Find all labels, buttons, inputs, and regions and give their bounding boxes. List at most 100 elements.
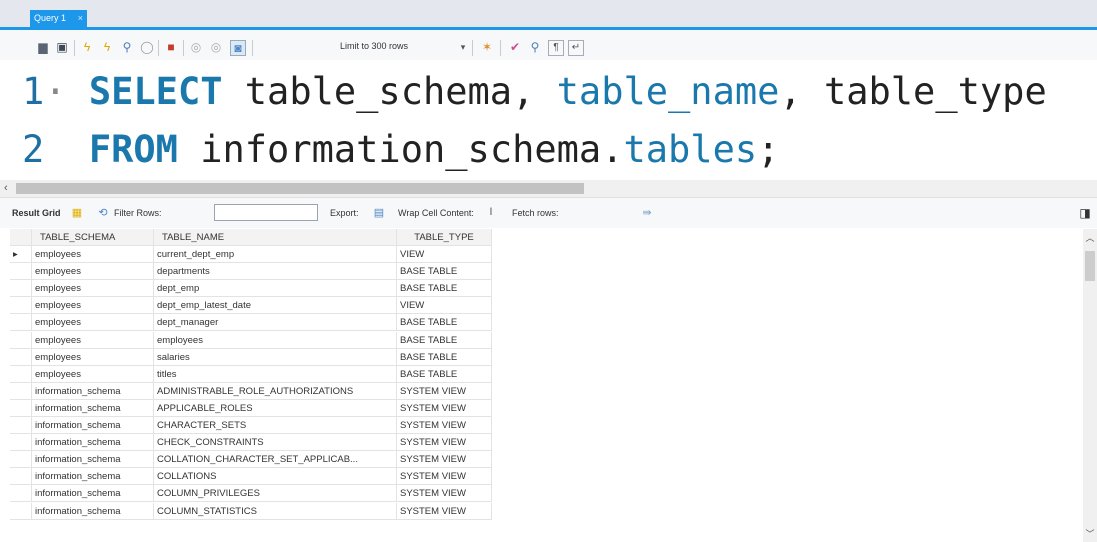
cell-table-type[interactable]: VIEW	[397, 246, 492, 264]
cell-table-name[interactable]: dept_manager	[154, 314, 397, 332]
row-header[interactable]	[10, 485, 32, 503]
cell-table-name[interactable]: current_dept_emp	[154, 246, 397, 264]
wrap-icon[interactable]: ↵	[568, 40, 584, 56]
cell-table-schema[interactable]: information_schema	[32, 382, 154, 400]
cell-table-schema[interactable]: information_schema	[32, 451, 154, 469]
grid-vertical-scrollbar[interactable]: ︿ ﹀	[1083, 229, 1097, 542]
chevron-down-icon[interactable]: ▾	[456, 40, 470, 54]
cell-table-type[interactable]: VIEW	[397, 297, 492, 315]
cell-table-name[interactable]: employees	[154, 331, 397, 349]
cell-table-type[interactable]: SYSTEM VIEW	[397, 382, 492, 400]
row-header[interactable]	[10, 348, 32, 366]
row-header[interactable]	[10, 331, 32, 349]
row-header[interactable]	[10, 502, 32, 520]
row-header[interactable]	[10, 314, 32, 332]
cell-table-type[interactable]: SYSTEM VIEW	[397, 451, 492, 469]
cell-table-name[interactable]: COLUMN_STATISTICS	[154, 502, 397, 520]
cell-table-schema[interactable]: information_schema	[32, 417, 154, 435]
editor-horizontal-scrollbar[interactable]: ‹	[0, 180, 1097, 197]
scroll-down-icon[interactable]: ﹀	[1083, 527, 1097, 540]
cell-table-schema[interactable]: employees	[32, 263, 154, 281]
column-header-table-type[interactable]: TABLE_TYPE	[397, 229, 492, 246]
cell-table-schema[interactable]: information_schema	[32, 399, 154, 417]
execute-current-icon[interactable]: ϟ	[100, 40, 114, 54]
cell-table-type[interactable]: SYSTEM VIEW	[397, 417, 492, 435]
cell-table-type[interactable]: SYSTEM VIEW	[397, 434, 492, 452]
row-header[interactable]	[10, 280, 32, 298]
toggle-panel-icon[interactable]: ◨	[1078, 207, 1092, 219]
tab-close-icon[interactable]: ×	[78, 10, 83, 27]
row-header[interactable]	[10, 399, 32, 417]
cell-table-schema[interactable]: information_schema	[32, 502, 154, 520]
cell-table-name[interactable]: CHARACTER_SETS	[154, 417, 397, 435]
cell-table-schema[interactable]: information_schema	[32, 434, 154, 452]
cell-table-type[interactable]: SYSTEM VIEW	[397, 485, 492, 503]
rollback-icon[interactable]: ◎	[209, 40, 223, 54]
stop-icon[interactable]: ◯	[140, 40, 154, 54]
cell-table-type[interactable]: BASE TABLE	[397, 348, 492, 366]
folder-icon[interactable]: ▆	[36, 40, 50, 54]
grid-view-icon[interactable]: ▦	[70, 207, 84, 219]
save-icon[interactable]: ▣	[55, 40, 69, 54]
cell-table-type[interactable]: BASE TABLE	[397, 365, 492, 383]
cell-table-schema[interactable]: employees	[32, 331, 154, 349]
cell-table-name[interactable]: ADMINISTRABLE_ROLE_AUTHORIZATIONS	[154, 382, 397, 400]
cell-table-type[interactable]: BASE TABLE	[397, 263, 492, 281]
beautify-icon[interactable]: ✶	[480, 40, 494, 54]
cell-table-type[interactable]: SYSTEM VIEW	[397, 468, 492, 486]
tab-query-1[interactable]: Query 1 ×	[30, 10, 87, 27]
cell-table-schema[interactable]: information_schema	[32, 485, 154, 503]
cell-table-name[interactable]: COLLATION_CHARACTER_SET_APPLICAB...	[154, 451, 397, 469]
invisible-chars-icon[interactable]: ¶	[548, 40, 564, 56]
cell-table-name[interactable]: COLUMN_PRIVILEGES	[154, 485, 397, 503]
row-header[interactable]	[10, 365, 32, 383]
cell-table-name[interactable]: COLLATIONS	[154, 468, 397, 486]
cell-table-name[interactable]: salaries	[154, 348, 397, 366]
cell-table-name[interactable]: dept_emp_latest_date	[154, 297, 397, 315]
cell-table-name[interactable]: dept_emp	[154, 280, 397, 298]
snippet-icon[interactable]: ✔	[508, 40, 522, 54]
cell-table-schema[interactable]: information_schema	[32, 468, 154, 486]
cell-table-schema[interactable]: employees	[32, 280, 154, 298]
cell-table-type[interactable]: SYSTEM VIEW	[397, 502, 492, 520]
cell-table-type[interactable]: BASE TABLE	[397, 280, 492, 298]
explain-icon[interactable]: ⚲	[120, 40, 134, 54]
scroll-left-icon[interactable]: ‹	[4, 180, 8, 197]
cell-table-schema[interactable]: employees	[32, 348, 154, 366]
row-header[interactable]	[10, 417, 32, 435]
cell-table-schema[interactable]: employees	[32, 314, 154, 332]
row-header[interactable]	[10, 382, 32, 400]
find-icon[interactable]: ⚲	[528, 40, 542, 54]
scroll-up-icon[interactable]: ︿	[1083, 231, 1097, 244]
cell-table-type[interactable]: BASE TABLE	[397, 331, 492, 349]
execute-icon[interactable]: ϟ	[80, 40, 94, 54]
cell-table-name[interactable]: CHECK_CONSTRAINTS	[154, 434, 397, 452]
cell-table-type[interactable]: SYSTEM VIEW	[397, 399, 492, 417]
cell-table-schema[interactable]: employees	[32, 246, 154, 264]
row-header[interactable]	[10, 434, 32, 452]
cell-table-name[interactable]: APPLICABLE_ROLES	[154, 399, 397, 417]
autocommit-icon[interactable]: ◙	[230, 40, 246, 56]
row-header[interactable]	[10, 297, 32, 315]
filter-rows-input[interactable]	[214, 204, 318, 221]
cell-table-type[interactable]: BASE TABLE	[397, 314, 492, 332]
cell-table-schema[interactable]: employees	[32, 297, 154, 315]
cell-table-schema[interactable]: employees	[32, 365, 154, 383]
row-header[interactable]	[10, 263, 32, 281]
toggle-error-icon[interactable]: ■	[164, 40, 178, 54]
column-header-table-schema[interactable]: TABLE_SCHEMA	[32, 229, 154, 246]
row-header[interactable]	[10, 451, 32, 469]
commit-icon[interactable]: ◎	[189, 40, 203, 54]
limit-rows-select[interactable]: Limit to 300 rows	[336, 38, 456, 55]
refresh-icon[interactable]: ⟲	[96, 207, 110, 219]
export-icon[interactable]: ▤	[372, 207, 386, 219]
fetch-next-icon[interactable]: ⇛	[640, 207, 654, 219]
scrollbar-thumb[interactable]	[16, 183, 584, 194]
row-header[interactable]	[10, 468, 32, 486]
wrap-cell-icon[interactable]: Ⅰ	[484, 207, 498, 219]
current-row-indicator[interactable]: ▸	[10, 246, 32, 264]
cell-table-name[interactable]: departments	[154, 263, 397, 281]
cell-table-name[interactable]: titles	[154, 365, 397, 383]
sql-editor[interactable]: 1· SELECT table_schema, table_name, tabl…	[0, 62, 1097, 180]
column-header-table-name[interactable]: TABLE_NAME	[154, 229, 397, 246]
